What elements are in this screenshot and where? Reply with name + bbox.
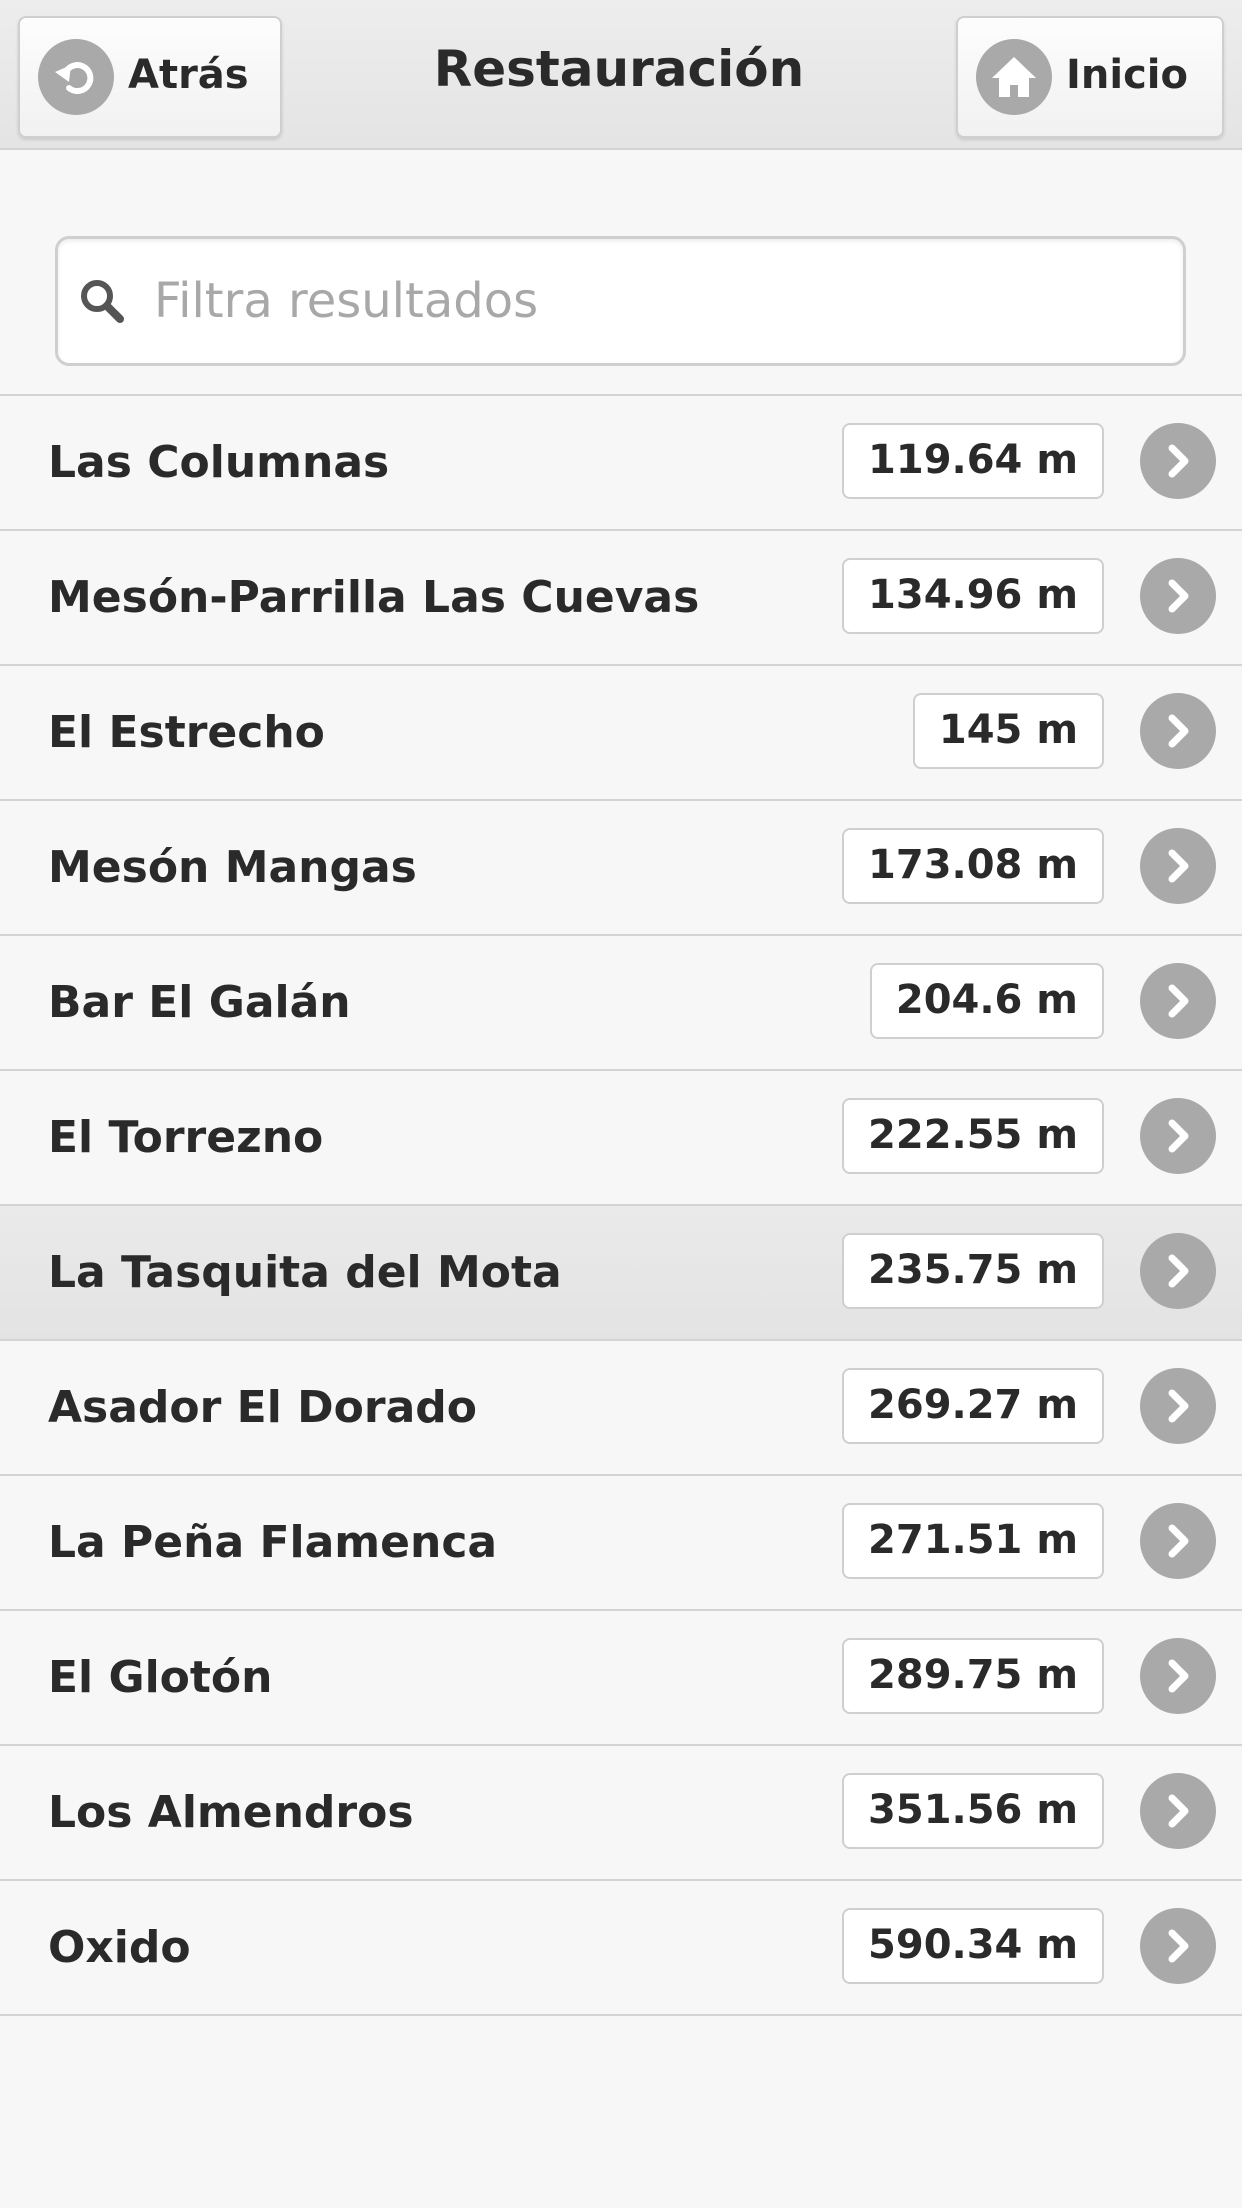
list-item[interactable]: La Peña Flamenca 271.51 m: [0, 1476, 1242, 1611]
list-item-name: El Glotón: [48, 1652, 273, 1703]
page-title: Restauración: [433, 40, 805, 98]
chevron-right-icon[interactable]: [1140, 1773, 1216, 1849]
home-button[interactable]: Inicio: [956, 16, 1224, 138]
list-item-name: Asador El Dorado: [48, 1382, 477, 1433]
results-list: Las Columnas 119.64 m Mesón-Parrilla Las C…: [0, 394, 1242, 2016]
distance-badge: 289.75 m: [842, 1638, 1104, 1714]
chevron-right-icon[interactable]: [1140, 963, 1216, 1039]
list-item-name: Los Almendros: [48, 1787, 414, 1838]
chevron-right-icon[interactable]: [1140, 1503, 1216, 1579]
list-item[interactable]: La Tasquita del Mota 235.75 m: [0, 1206, 1242, 1341]
search-box: [55, 236, 1186, 366]
distance-badge: 222.55 m: [842, 1098, 1104, 1174]
list-item-name: La Tasquita del Mota: [48, 1247, 562, 1298]
list-item-name: Bar El Galán: [48, 977, 351, 1028]
chevron-right-icon[interactable]: [1140, 423, 1216, 499]
list-item[interactable]: Asador El Dorado 269.27 m: [0, 1341, 1242, 1476]
distance-badge: 145 m: [912, 693, 1104, 769]
search-icon: [74, 273, 130, 329]
list-item-name: Mesón-Parrilla Las Cuevas: [48, 572, 700, 623]
list-item[interactable]: El Torrezno 222.55 m: [0, 1071, 1242, 1206]
list-item-name: Mesón Mangas: [48, 842, 417, 893]
back-arrow-icon: [38, 39, 114, 115]
distance-badge: 204.6 m: [869, 963, 1104, 1039]
distance-badge: 269.27 m: [842, 1368, 1104, 1444]
list-item-name: El Estrecho: [48, 707, 325, 758]
header-bar: Atrás Restauración Inicio: [0, 0, 1242, 150]
list-item[interactable]: Mesón Mangas 173.08 m: [0, 801, 1242, 936]
chevron-right-icon[interactable]: [1140, 1233, 1216, 1309]
list-item[interactable]: Oxido 590.34 m: [0, 1881, 1242, 2016]
chevron-right-icon[interactable]: [1140, 1368, 1216, 1444]
list-item-name: La Peña Flamenca: [48, 1517, 498, 1568]
distance-badge: 134.96 m: [842, 558, 1104, 634]
distance-badge: 119.64 m: [842, 423, 1104, 499]
list-item-name: Las Columnas: [48, 437, 390, 488]
list-item[interactable]: El Glotón 289.75 m: [0, 1611, 1242, 1746]
list-item[interactable]: Bar El Galán 204.6 m: [0, 936, 1242, 1071]
home-icon: [976, 39, 1052, 115]
list-item-name: El Torrezno: [48, 1112, 324, 1163]
list-item-name: Oxido: [48, 1922, 191, 1973]
chevron-right-icon[interactable]: [1140, 558, 1216, 634]
chevron-right-icon[interactable]: [1140, 1098, 1216, 1174]
chevron-right-icon[interactable]: [1140, 1638, 1216, 1714]
back-button[interactable]: Atrás: [18, 16, 282, 138]
list-item[interactable]: Los Almendros 351.56 m: [0, 1746, 1242, 1881]
home-button-label: Inicio: [1066, 52, 1188, 98]
chevron-right-icon[interactable]: [1140, 1908, 1216, 1984]
search-input[interactable]: [154, 261, 1154, 341]
distance-badge: 173.08 m: [842, 828, 1104, 904]
distance-badge: 235.75 m: [842, 1233, 1104, 1309]
distance-badge: 351.56 m: [842, 1773, 1104, 1849]
distance-badge: 590.34 m: [842, 1908, 1104, 1984]
back-button-label: Atrás: [128, 52, 249, 98]
list-item[interactable]: Las Columnas 119.64 m: [0, 396, 1242, 531]
list-item[interactable]: El Estrecho 145 m: [0, 666, 1242, 801]
distance-badge: 271.51 m: [842, 1503, 1104, 1579]
list-item[interactable]: Mesón-Parrilla Las Cuevas 134.96 m: [0, 531, 1242, 666]
chevron-right-icon[interactable]: [1140, 693, 1216, 769]
chevron-right-icon[interactable]: [1140, 828, 1216, 904]
